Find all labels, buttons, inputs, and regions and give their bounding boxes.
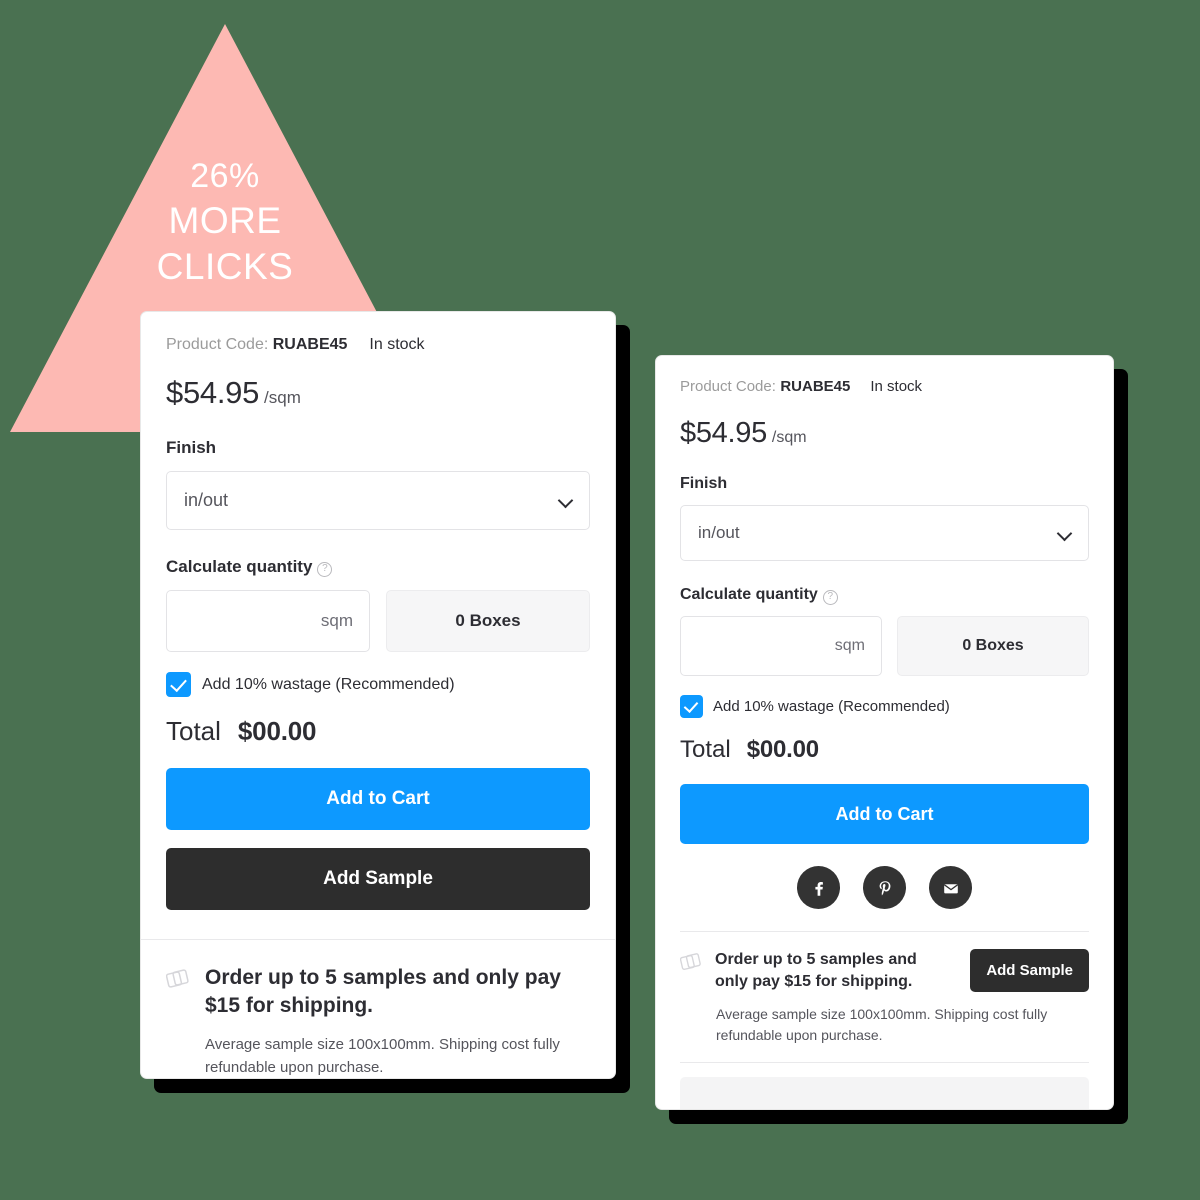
facebook-icon[interactable] (797, 866, 840, 909)
chevron-down-icon (1058, 527, 1071, 540)
price-amount: $54.95 (166, 375, 260, 410)
stock-status: In stock (369, 336, 425, 353)
finish-label-text: Finish (166, 438, 217, 457)
price-amount: $54.95 (680, 417, 767, 449)
sample-swatches-icon (165, 967, 191, 1019)
boxes-display: 0 Boxes (897, 616, 1089, 676)
add-sample-button[interactable]: Add Sample (970, 949, 1089, 992)
chevron-down-icon (559, 494, 572, 507)
product-code-value: RUABE45 (780, 378, 851, 395)
quantity-input[interactable]: sqm (166, 590, 370, 652)
finish-select[interactable]: in/out (680, 505, 1089, 561)
social-share-row (680, 866, 1089, 909)
product-card-variant-a: Product Code: RUABE45 In stock $54.95 /s… (140, 311, 616, 1079)
badge-text: 26% MORE CLICKS (0, 155, 450, 291)
boxes-value: 0 Boxes (962, 637, 1024, 654)
sample-swatches-icon (679, 951, 703, 979)
boxes-value: 0 Boxes (455, 611, 521, 630)
total-row: Total $00.00 (680, 736, 1089, 764)
badge-line-3: CLICKS (156, 246, 294, 288)
quantity-input-unit: sqm (834, 637, 865, 654)
sample-offer-subtext: Average sample size 100x100mm. Shipping … (205, 1036, 560, 1076)
product-meta-row: Product Code: RUABE45 In stock (166, 336, 590, 354)
total-label: Total (680, 736, 731, 763)
divider (680, 1062, 1089, 1064)
sample-offer-headline: Order up to 5 samples and only pay $15 f… (715, 951, 917, 990)
finish-label-text: Finish (680, 475, 728, 492)
price-unit: /sqm (264, 388, 301, 407)
total-value: $00.00 (746, 736, 819, 763)
wastage-checkbox-row[interactable]: Add 10% wastage (Recommended) (680, 695, 1089, 718)
wastage-label: Add 10% wastage (Recommended) (713, 698, 950, 715)
total-row: Total $00.00 (166, 716, 590, 747)
add-to-cart-button[interactable]: Add to Cart (680, 784, 1089, 844)
quantity-row: sqm 0 Boxes (680, 616, 1089, 676)
add-sample-button[interactable]: Add Sample (166, 848, 590, 910)
badge-line-2: MORE (168, 199, 282, 241)
footer-section-stub (680, 1077, 1089, 1109)
badge-percent: 26% (190, 157, 260, 195)
price-row: $54.95 /sqm (680, 417, 1089, 450)
product-code-label: Product Code: (166, 336, 269, 353)
price-unit: /sqm (771, 429, 807, 446)
sample-offer-block: Order up to 5 samples and only pay $15 f… (165, 964, 590, 1019)
finish-select[interactable]: in/out (166, 471, 590, 530)
sample-offer-block: Order up to 5 samples and only pay $15 f… (679, 949, 1089, 992)
quantity-input[interactable]: sqm (680, 616, 882, 676)
quantity-row: sqm 0 Boxes (166, 590, 590, 652)
add-to-cart-button[interactable]: Add to Cart (166, 768, 590, 830)
total-value: $00.00 (237, 716, 317, 746)
quantity-label-text: Calculate quantity (680, 586, 818, 603)
quantity-input-unit: sqm (320, 611, 353, 630)
sample-offer-subtext: Average sample size 100x100mm. Shipping … (716, 1006, 1048, 1044)
finish-select-value: in/out (184, 490, 229, 510)
question-circle-icon[interactable]: ? (317, 561, 333, 577)
wastage-checkbox[interactable] (680, 695, 703, 718)
email-icon[interactable] (929, 866, 972, 909)
divider (141, 939, 615, 940)
finish-label: Finish (680, 475, 1089, 493)
wastage-checkbox[interactable] (166, 672, 191, 697)
total-label: Total (166, 716, 221, 746)
product-meta-row: Product Code: RUABE45 In stock (680, 378, 1089, 396)
product-code-group: Product Code: RUABE45 (680, 378, 850, 396)
finish-select-value: in/out (698, 523, 740, 542)
quantity-label-text: Calculate quantity (166, 557, 313, 576)
product-code-label: Product Code: (680, 378, 776, 395)
divider (680, 931, 1089, 932)
boxes-display: 0 Boxes (386, 590, 590, 652)
wastage-label: Add 10% wastage (Recommended) (202, 675, 455, 693)
price-row: $54.95 /sqm (166, 375, 590, 411)
wastage-checkbox-row[interactable]: Add 10% wastage (Recommended) (166, 672, 590, 697)
question-circle-icon[interactable]: ? (822, 589, 838, 605)
sample-offer-headline: Order up to 5 samples and only pay $15 f… (205, 966, 561, 1017)
stock-status: In stock (870, 378, 923, 395)
quantity-label: Calculate quantity ? (680, 586, 1089, 605)
product-code-value: RUABE45 (272, 336, 348, 353)
quantity-label: Calculate quantity ? (166, 557, 590, 577)
product-code-group: Product Code: RUABE45 (166, 336, 347, 354)
finish-label: Finish (166, 438, 590, 458)
product-card-variant-b: Product Code: RUABE45 In stock $54.95 /s… (655, 355, 1114, 1110)
pinterest-icon[interactable] (863, 866, 906, 909)
